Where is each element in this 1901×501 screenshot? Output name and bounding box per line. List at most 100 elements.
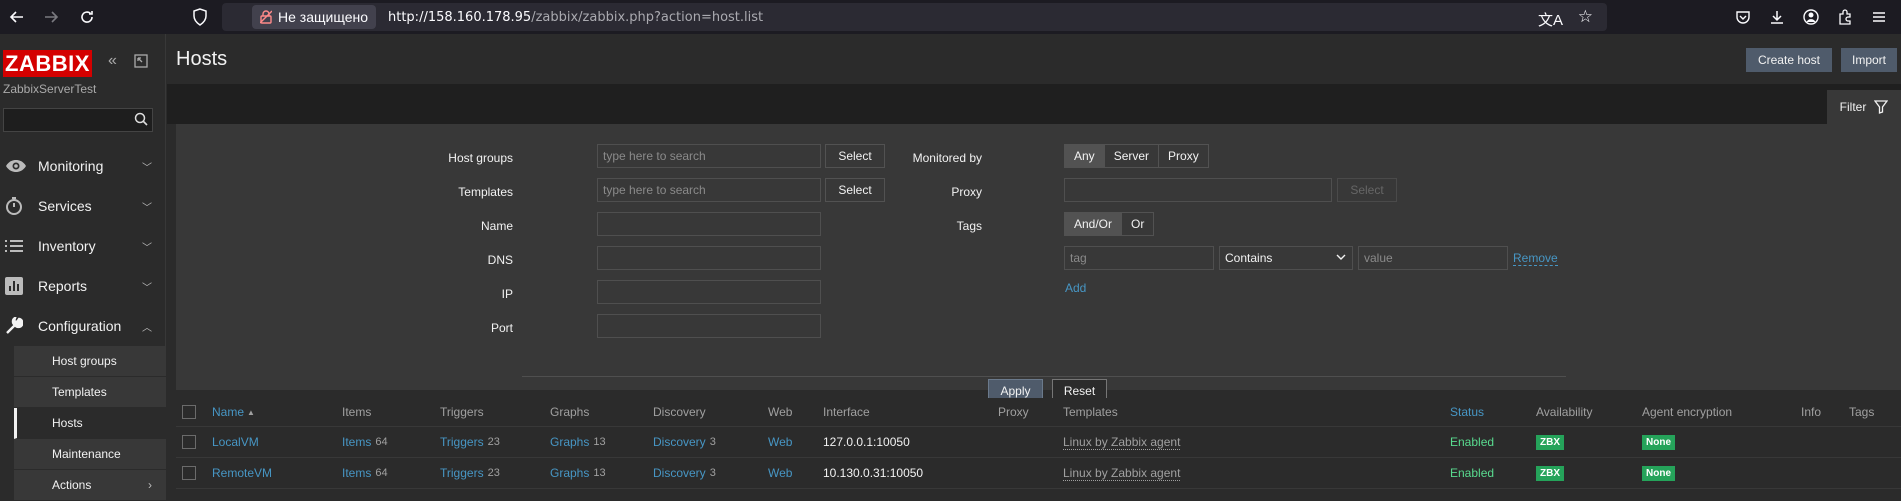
account-icon[interactable]	[1794, 0, 1828, 34]
triggers-link[interactable]: Triggers	[440, 466, 484, 480]
url-host: http://158.160.178.95	[388, 9, 532, 25]
filter-tab[interactable]: Filter	[1827, 90, 1901, 124]
port-input[interactable]	[597, 314, 821, 338]
menu-inventory[interactable]: Inventory ﹀	[0, 226, 166, 266]
menu-label: Monitoring	[38, 158, 104, 174]
security-indicator[interactable]: Не защищено	[252, 5, 376, 29]
ip-input[interactable]	[597, 280, 821, 304]
discovery-cell: Discovery 3	[653, 427, 716, 457]
chevron-down-icon	[1336, 251, 1346, 265]
menu-monitoring[interactable]: Monitoring ﹀	[0, 146, 166, 186]
download-icon[interactable]	[1760, 0, 1794, 34]
monitored-by-any[interactable]: Any	[1065, 145, 1105, 167]
items-count: 64	[375, 467, 388, 479]
import-button[interactable]: Import	[1841, 48, 1897, 72]
dns-input[interactable]	[597, 246, 821, 270]
monitored-by-server[interactable]: Server	[1105, 145, 1160, 167]
row-checkbox[interactable]	[182, 458, 196, 488]
zabbix-logo[interactable]: ZABBIX	[3, 50, 92, 77]
submenu-actions[interactable]: Actions ›	[14, 470, 166, 501]
remove-tag-link[interactable]: Remove	[1513, 252, 1558, 266]
tags-mode-or[interactable]: Or	[1122, 213, 1153, 235]
submenu-hosts[interactable]: Hosts	[14, 408, 166, 439]
discovery-link[interactable]: Discovery	[653, 435, 706, 449]
host-groups-label: Host groups	[448, 151, 513, 165]
chevron-down-icon: ﹀	[142, 162, 152, 174]
triggers-count: 23	[487, 436, 500, 448]
column-proxy-header: Proxy	[998, 405, 1029, 419]
table-row: RemoteVM Items 64 Triggers 23 Graphs 13 Dis…	[176, 458, 1901, 489]
zbx-availability-badge[interactable]: ZBX	[1536, 465, 1564, 481]
menu-configuration[interactable]: Configuration ︿	[0, 306, 166, 346]
web-link[interactable]: Web	[768, 458, 792, 488]
submenu-templates[interactable]: Templates	[14, 377, 166, 408]
zbx-availability-badge[interactable]: ZBX	[1536, 434, 1564, 450]
monitored-by-label: Monitored by	[912, 151, 982, 165]
menu-label: Inventory	[38, 238, 96, 254]
web-link[interactable]: Web	[768, 427, 792, 457]
discovery-link[interactable]: Discovery	[653, 466, 706, 480]
host-name-link[interactable]: RemoteVM	[212, 458, 272, 488]
status-toggle[interactable]: Enabled	[1450, 427, 1494, 457]
tag-value-input[interactable]: value	[1358, 246, 1508, 270]
submenu-maintenance[interactable]: Maintenance	[14, 439, 166, 470]
pocket-icon[interactable]	[1726, 0, 1760, 34]
items-count: 64	[375, 436, 388, 448]
template-link[interactable]: Linux by Zabbix agent	[1063, 466, 1181, 481]
monitored-by-proxy[interactable]: Proxy	[1159, 145, 1208, 167]
kiosk-mode-icon[interactable]	[134, 54, 148, 73]
select-all-checkbox[interactable]	[182, 398, 196, 426]
availability-cell: ZBX	[1536, 427, 1564, 457]
menu-services[interactable]: Services ﹀	[0, 186, 166, 226]
proxy-input[interactable]	[1064, 178, 1332, 202]
tag-operator-select[interactable]: Contains	[1219, 246, 1353, 270]
search-icon[interactable]	[134, 112, 148, 129]
discovery-count: 3	[709, 467, 716, 479]
host-name-link[interactable]: LocalVM	[212, 427, 259, 457]
tag-input[interactable]: tag	[1064, 246, 1214, 270]
column-name-header[interactable]: Name ▲	[212, 398, 255, 426]
name-input[interactable]	[597, 212, 821, 236]
column-status-header[interactable]: Status	[1450, 398, 1484, 426]
menu-reports[interactable]: Reports ﹀	[0, 266, 166, 306]
status-toggle[interactable]: Enabled	[1450, 458, 1494, 488]
bookmark-star-icon[interactable]: ☆	[1578, 7, 1593, 27]
url-text[interactable]: http://158.160.178.95/zabbix/zabbix.php?…	[388, 10, 763, 25]
back-icon[interactable]	[0, 0, 34, 34]
templates-input[interactable]: type here to search	[597, 178, 821, 202]
translate-icon[interactable]: 文A	[1538, 9, 1563, 30]
items-link[interactable]: Items	[342, 435, 371, 449]
column-items-header: Items	[342, 405, 372, 419]
add-tag-link[interactable]: Add	[1065, 281, 1086, 295]
graphs-link[interactable]: Graphs	[550, 435, 589, 449]
column-availability-header: Availability	[1536, 405, 1593, 419]
address-bar[interactable]: Не защищено http://158.160.178.95/zabbix…	[193, 3, 1607, 31]
reload-icon[interactable]	[70, 0, 104, 34]
browser-actions	[1726, 0, 1896, 34]
main-content: Hosts Create host Import Filter Host gro…	[167, 34, 1901, 493]
menu-label: Reports	[38, 278, 88, 294]
graphs-link[interactable]: Graphs	[550, 466, 589, 480]
tags-mode-and-or[interactable]: And/Or	[1065, 213, 1123, 235]
create-host-button[interactable]: Create host	[1746, 48, 1832, 72]
menu-icon[interactable]	[1862, 0, 1896, 34]
extensions-icon[interactable]	[1828, 0, 1862, 34]
templates-cell: Linux by Zabbix agent	[1063, 427, 1181, 457]
proxy-label: Proxy	[951, 185, 982, 199]
items-link[interactable]: Items	[342, 466, 371, 480]
shield-icon[interactable]	[192, 8, 208, 29]
proxy-select-button[interactable]: Select	[1337, 178, 1397, 202]
host-groups-input[interactable]: type here to search	[597, 144, 821, 168]
submenu-host-groups[interactable]: Host groups	[14, 346, 166, 377]
collapse-sidebar-icon[interactable]: «	[108, 52, 117, 70]
chevron-right-icon: ›	[148, 478, 152, 492]
stopwatch-icon	[5, 197, 35, 215]
forward-icon[interactable]	[34, 0, 68, 34]
sort-asc-icon: ▲	[247, 407, 255, 417]
name-label: Name	[480, 219, 513, 233]
items-cell: Items 64	[342, 427, 388, 457]
sidebar-search-input[interactable]	[3, 108, 153, 132]
triggers-link[interactable]: Triggers	[440, 435, 484, 449]
template-link[interactable]: Linux by Zabbix agent	[1063, 435, 1181, 450]
row-checkbox[interactable]	[182, 427, 196, 457]
